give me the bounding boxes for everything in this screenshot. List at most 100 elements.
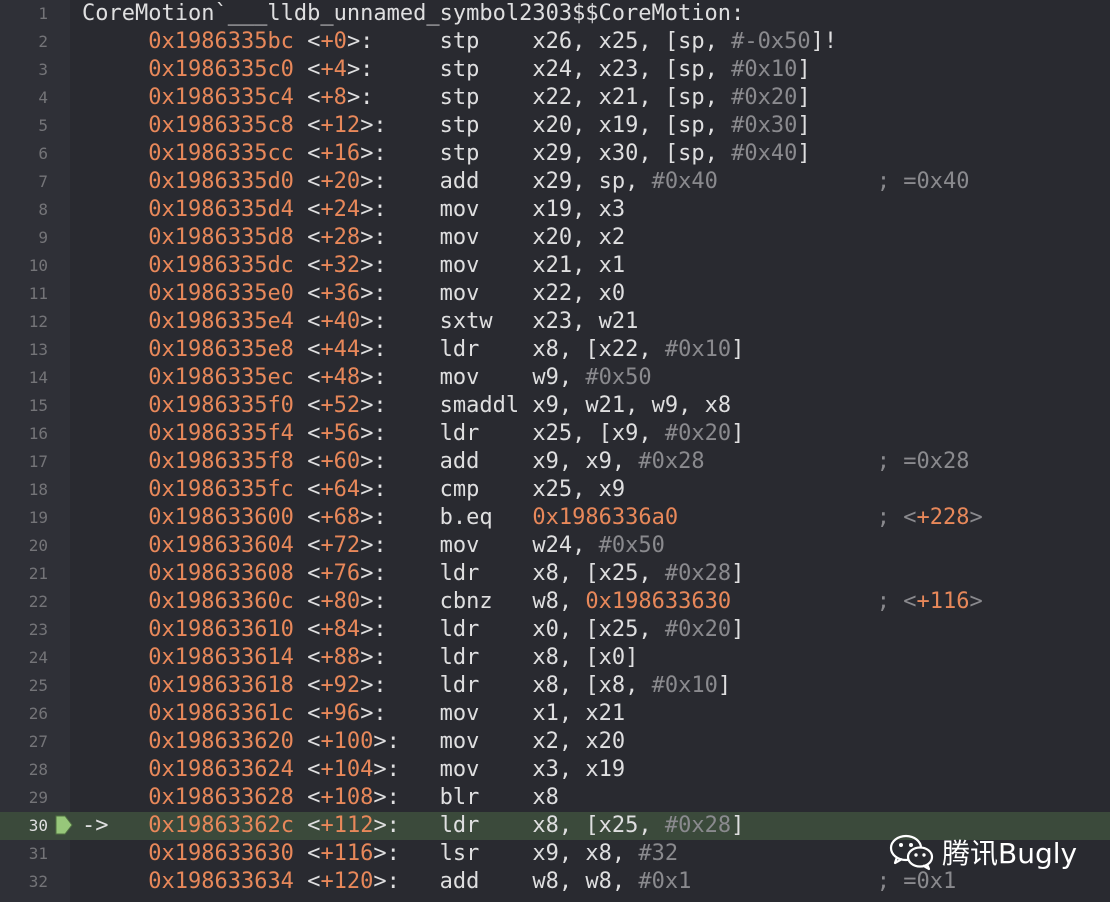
operand: #0x20: [664, 617, 732, 642]
offset-close: >:: [360, 673, 387, 698]
instruction-line: 13 0x1986335e8 <+44>: ldr x8, [x22, #0x1…: [0, 336, 1110, 364]
operand: x26, x25, [sp,: [532, 29, 732, 54]
wechat-watermark: 腾讯Bugly: [888, 826, 1077, 878]
comment: ; =0x28: [876, 449, 970, 474]
line-number: 30: [28, 816, 48, 835]
operand: #0x30: [731, 113, 798, 138]
offset-close: >:: [360, 505, 387, 530]
instruction-offset: +84: [320, 617, 361, 642]
instruction-offset: +108: [320, 785, 374, 810]
instruction-mnemonic: mov: [439, 533, 480, 558]
operand: 0x198633630: [585, 589, 732, 614]
instruction-line: 23 0x198633610 <+84>: ldr x0, [x25, #0x2…: [0, 616, 1110, 644]
instruction-text: 0x1986335c8 <+12>: stp x20, x19, [sp, #0…: [82, 112, 810, 140]
instruction-address: 0x1986335ec: [148, 365, 294, 390]
line-number: 11: [28, 284, 48, 303]
watermark-text: 腾讯Bugly: [942, 837, 1078, 870]
line-number: 32: [28, 872, 48, 891]
instruction-text: 0x198633628 <+108>: blr x8: [82, 784, 559, 812]
instruction-address: 0x1986335d4: [148, 197, 294, 222]
instruction-text: 0x198633608 <+76>: ldr x8, [x25, #0x28]: [82, 560, 744, 588]
instruction-offset: +8: [320, 85, 347, 110]
offset-open: <: [307, 477, 321, 502]
operand: ]: [797, 141, 811, 166]
comment: ; <: [876, 505, 917, 530]
offset-open: <: [307, 337, 321, 362]
instruction-text: 0x19863360c <+80>: cbnz w8, 0x198633630 …: [82, 588, 983, 616]
instruction-mnemonic: b.eq: [439, 505, 493, 530]
instruction-mnemonic: mov: [439, 729, 480, 754]
instruction-line: 21 0x198633608 <+76>: ldr x8, [x25, #0x2…: [0, 560, 1110, 588]
disassembly-header-line: 1 CoreMotion`___lldb_unnamed_symbol2303$$…: [0, 0, 1110, 28]
operand: #0x28: [664, 813, 732, 838]
offset-open: <: [307, 617, 321, 642]
instruction-mnemonic: ldr: [439, 337, 480, 362]
offset-close: >:: [360, 561, 387, 586]
offset-open: <: [307, 85, 321, 110]
instruction-line: 16 0x1986335f4 <+56>: ldr x25, [x9, #0x2…: [0, 420, 1110, 448]
comment: ; <: [876, 589, 917, 614]
instruction-text: 0x198633620 <+100>: mov x2, x20: [82, 728, 625, 756]
instruction-mnemonic: ldr: [439, 673, 480, 698]
instruction-offset: +80: [320, 589, 361, 614]
operand: x8, [x22,: [532, 337, 665, 362]
operand: w9,: [532, 365, 586, 390]
offset-close: >:: [360, 449, 387, 474]
operand: #0x10: [664, 337, 732, 362]
instruction-address: 0x1986335e0: [148, 281, 294, 306]
offset-open: <: [307, 841, 321, 866]
operand: x8, [x8,: [532, 673, 652, 698]
offset-close: >:: [346, 57, 374, 82]
line-number: 27: [28, 732, 48, 751]
instruction-text: 0x1986335d8 <+28>: mov x20, x2: [82, 224, 625, 252]
operand: 0x1986336a0: [532, 505, 679, 530]
instruction-mnemonic: mov: [439, 701, 480, 726]
instruction-offset: +12: [320, 113, 361, 138]
instruction-line: 15 0x1986335f0 <+52>: smaddl x9, w21, w9…: [0, 392, 1110, 420]
line-number: 17: [28, 452, 48, 471]
instruction-offset: +28: [320, 225, 361, 250]
operand: x21, x1: [532, 253, 626, 278]
instruction-text: 0x1986335dc <+32>: mov x21, x1: [82, 252, 625, 280]
operand: #0x50: [598, 533, 665, 558]
instruction-offset: +16: [320, 141, 361, 166]
instruction-offset: +100: [320, 729, 374, 754]
offset-close: >:: [373, 841, 400, 866]
operand: ]: [731, 337, 745, 362]
instruction-mnemonic: lsr: [439, 841, 480, 866]
instruction-mnemonic: mov: [439, 253, 480, 278]
offset-close: >:: [360, 365, 387, 390]
instruction-offset: +120: [320, 869, 374, 894]
offset-close: >:: [373, 869, 400, 894]
offset-open: <: [307, 365, 321, 390]
instruction-text: 0x1986335d0 <+20>: add x29, sp, #0x40 ; …: [82, 168, 969, 196]
operand: x8, [x0]: [532, 645, 639, 670]
instruction-line: 5 0x1986335c8 <+12>: stp x20, x19, [sp, …: [0, 112, 1110, 140]
instruction-address: 0x198633604: [148, 533, 294, 558]
operand: #0x50: [585, 365, 652, 390]
operand: #0x20: [731, 85, 798, 110]
instruction-text: 0x1986335f0 <+52>: smaddl x9, w21, w9, x…: [82, 392, 731, 420]
instruction-offset: +36: [320, 281, 361, 306]
instruction-mnemonic: ldr: [439, 561, 480, 586]
instruction-mnemonic: add: [439, 449, 480, 474]
instruction-line: 10 0x1986335dc <+32>: mov x21, x1: [0, 252, 1110, 280]
offset-close: >:: [360, 533, 387, 558]
instruction-line: 18 0x1986335fc <+64>: cmp x25, x9: [0, 476, 1110, 504]
operand: #0x10: [731, 57, 798, 82]
instruction-offset: +68: [320, 505, 361, 530]
offset-open: <: [307, 673, 321, 698]
instruction-text: 0x198633618 <+92>: ldr x8, [x8, #0x10]: [82, 672, 731, 700]
instruction-line: 11 0x1986335e0 <+36>: mov x22, x0: [0, 280, 1110, 308]
instruction-address: 0x1986335d8: [148, 225, 294, 250]
instruction-offset: +64: [320, 477, 361, 502]
offset-close: >:: [360, 645, 387, 670]
instruction-line: 14 0x1986335ec <+48>: mov w9, #0x50: [0, 364, 1110, 392]
instruction-mnemonic: mov: [439, 281, 480, 306]
operand: w24,: [532, 533, 599, 558]
offset-open: <: [307, 225, 321, 250]
offset-open: <: [307, 869, 321, 894]
operand: x22, x0: [532, 281, 626, 306]
line-number: 18: [28, 480, 48, 499]
offset-open: <: [307, 57, 321, 82]
